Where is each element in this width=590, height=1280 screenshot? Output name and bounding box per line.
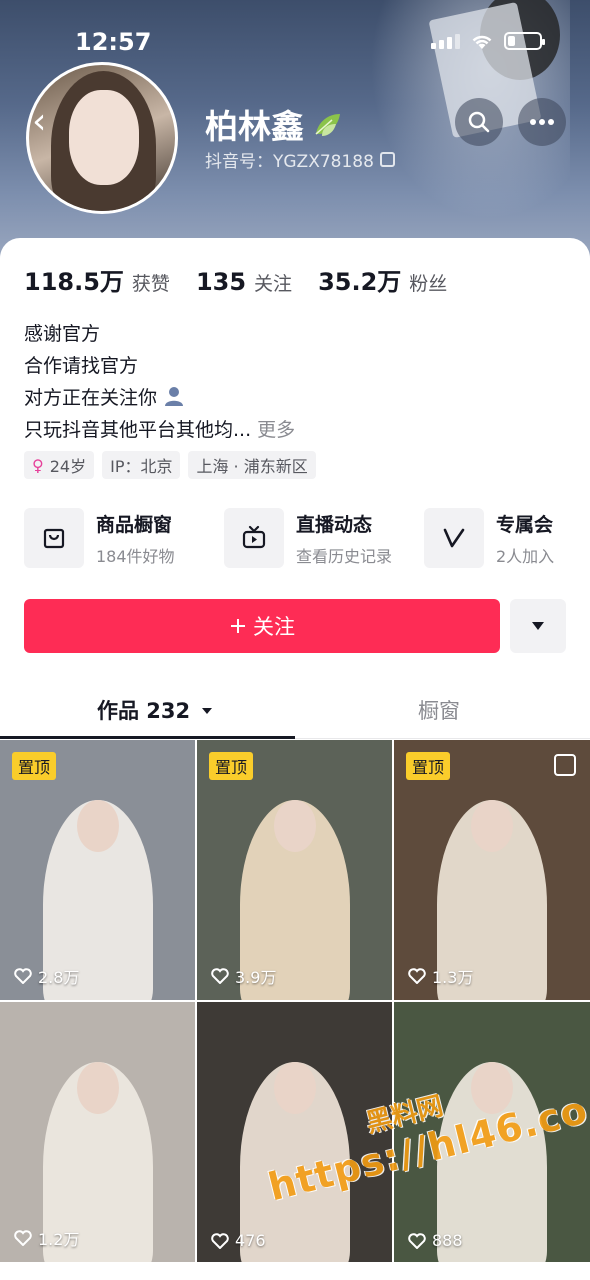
video-thumbnail[interactable]: 置顶 1.3万 [394,740,590,1000]
signal-icon [431,33,460,49]
status-time: 12:57 [75,28,152,56]
feature-live-history[interactable]: 直播动态 查看历史记录 [224,508,424,568]
tab-works-label: 作品 232 [97,699,191,723]
bio-more-link[interactable]: 更多 [257,419,295,441]
stat-label: 获赞 [131,273,170,295]
bio-line-text: 只玩抖音其他平台其他均... [24,419,252,441]
bio-line-text: 对方正在关注你 [24,387,158,409]
bio-line: 感谢官方 [24,323,101,345]
heart-icon [14,968,32,984]
likes-count: 2.8万 [14,964,79,988]
caret-down-icon [532,622,544,630]
thumbnail-figure [76,1062,119,1114]
feature-subtitle: 2人加入 [496,546,555,566]
profile-name: 柏林鑫 [205,107,304,146]
video-thumbnail[interactable]: 1.2万 [0,1002,195,1262]
follow-button-label: 关注 [253,615,295,639]
copy-icon[interactable] [379,152,395,167]
stat-following[interactable]: 135 关注 [196,268,292,296]
likes-value: 476 [235,1231,266,1250]
feature-row: 商品橱窗 184件好物 直播动态 查看历史记录 专属会 2人加入 [24,508,590,568]
thumbnail-figure [273,1062,316,1114]
profile-name-row: 柏林鑫 [205,100,344,148]
douyin-id-text: 抖音号：YGZX78188 [205,152,374,172]
likes-count: 1.3万 [408,964,473,988]
female-icon: ♀ [32,455,44,475]
search-icon [468,111,490,133]
stat-label: 粉丝 [409,273,448,295]
stat-label: 关注 [254,273,293,295]
likes-count: 476 [211,1231,266,1250]
plus-icon [231,619,245,633]
heart-icon [408,1232,426,1249]
likes-value: 888 [432,1231,463,1250]
tab-shop-window[interactable]: 橱窗 [418,695,460,725]
search-button[interactable] [455,98,503,146]
tv-icon [224,508,284,568]
stat-likes[interactable]: 118.5万 获赞 [24,262,170,297]
tab-indicator [0,736,295,739]
profile-tags: ♀ 24岁 IP：北京 上海 · 浦东新区 [24,451,316,479]
likes-value: 3.9万 [235,968,277,987]
more-icon [530,119,554,125]
likes-count: 3.9万 [211,964,276,988]
tab-works[interactable]: 作品 232 [97,695,213,725]
likes-value: 1.2万 [38,1230,80,1249]
likes-count: 888 [408,1231,463,1250]
pinned-badge: 置顶 [209,752,254,780]
likes-count: 1.2万 [14,1226,79,1250]
user-icon [165,387,184,406]
heart-icon [408,968,426,984]
video-thumbnail[interactable]: 置顶 2.8万 [0,740,195,1000]
bio-line: 只玩抖音其他平台其他均... 更多 [24,414,295,446]
pinned-badge: 置顶 [406,752,451,780]
feature-subtitle: 查看历史记录 [296,546,393,566]
stat-value: 118.5万 [24,268,124,296]
feature-membership[interactable]: 专属会 2人加入 [424,508,590,568]
douyin-id[interactable]: 抖音号：YGZX78188 [205,147,395,172]
stat-value: 135 [195,268,247,296]
feature-title: 商品橱窗 [96,513,173,536]
feature-subtitle: 184件好物 [96,546,175,566]
shopping-bag-icon [24,508,84,568]
stat-value: 35.2万 [318,268,402,296]
pinned-badge: 置顶 [12,752,57,780]
multi-image-icon [554,754,576,776]
ip-tag: IP：北京 [102,451,181,479]
content-tabs: 作品 232 橱窗 [0,683,590,739]
age-tag: ♀ 24岁 [24,451,95,479]
heart-icon [211,1232,229,1249]
v-icon [424,508,484,568]
bio: 感谢官方 合作请找官方 对方正在关注你 只玩抖音其他平台其他均... 更多 [24,318,295,446]
profile-banner: 12:57 ‹ 柏林鑫 抖音号：YGZX78188 [0,0,590,260]
bio-line: 对方正在关注你 [24,382,295,414]
likes-value: 2.8万 [38,968,80,987]
follow-button[interactable]: 关注 [24,599,500,653]
likes-value: 1.3万 [432,968,474,987]
more-button[interactable] [518,98,566,146]
heart-icon [14,1230,32,1246]
bio-line: 合作请找官方 [24,355,139,377]
feature-shop-window[interactable]: 商品橱窗 184件好物 [24,508,224,568]
thumbnail-figure [273,800,316,852]
thumbnail-figure [76,800,119,852]
caret-down-icon [202,708,213,714]
stats-row: 118.5万 获赞 135 关注 35.2万 粉丝 [24,262,473,297]
status-icons [431,32,545,50]
recommend-dropdown-button[interactable] [510,599,566,653]
wifi-icon [472,35,492,49]
video-thumbnail[interactable]: 置顶 3.9万 [197,740,392,1000]
leaf-badge-icon [315,114,340,136]
stat-followers[interactable]: 35.2万 粉丝 [318,262,447,297]
feature-title: 专属会 [496,513,554,536]
back-button[interactable]: ‹ [32,104,62,140]
age-text: 24岁 [49,457,87,476]
thumbnail-figure [471,800,513,852]
feature-title: 直播动态 [296,513,373,536]
location-tag: 上海 · 浦东新区 [188,451,316,479]
heart-icon [211,968,229,984]
battery-icon [504,32,545,50]
